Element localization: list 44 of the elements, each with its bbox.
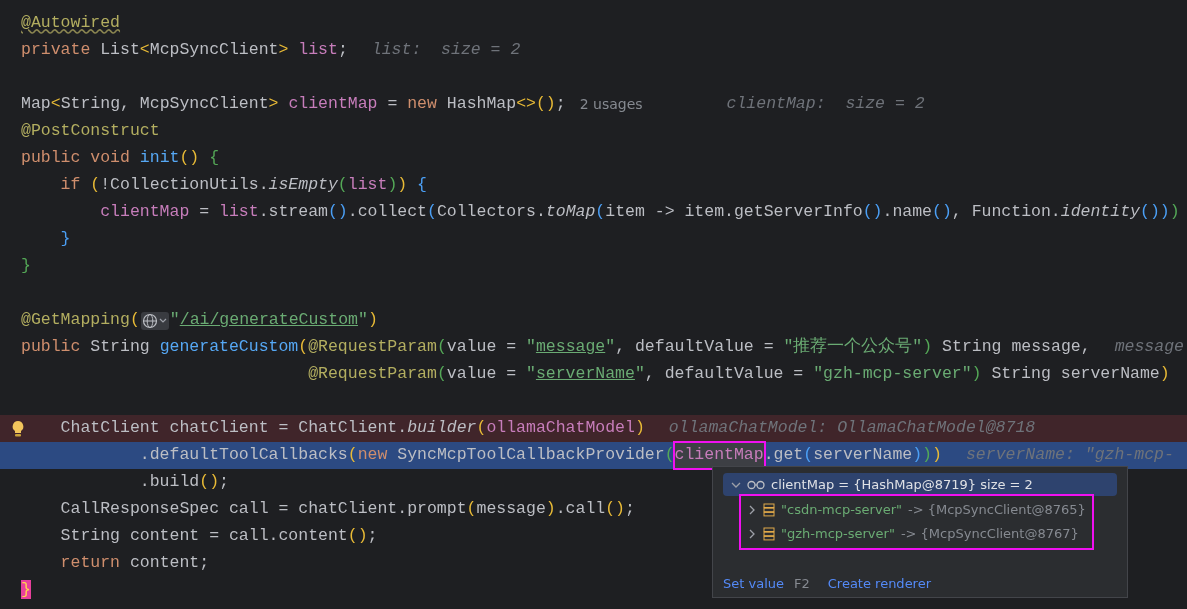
highlighted-code: clientMap xyxy=(674,443,764,468)
expand-chevron-icon[interactable] xyxy=(747,505,757,515)
code-text: @RequestParam(value = "serverName", defaultValue = "gzh-mcp-server") String serverName) xyxy=(307,363,1170,386)
glasses-icon xyxy=(747,479,765,490)
code-text: return content; xyxy=(59,552,210,575)
code-text: private List<McpSyncClient> list; xyxy=(21,39,348,62)
lightbulb-icon[interactable] xyxy=(10,420,26,438)
shortcut-hint: F2 xyxy=(794,574,810,593)
variable-text: clientMap = {HashMap@8719} size = 2 xyxy=(771,475,1033,494)
stack-icon xyxy=(763,503,775,517)
code-text: clientMap = list.stream().collect(Collectors.toMap(item -> item.getServerInfo().name(), Function.identity())) xyxy=(99,201,1180,224)
code-text: Map<String, McpSyncClient> clientMap = new HashMap<>(); xyxy=(21,93,566,116)
entry-key: "gzh-mcp-server" xyxy=(781,524,895,544)
code-text: } xyxy=(59,228,71,251)
code-text: if (!CollectionUtils.isEmpty(list)) { xyxy=(59,174,427,197)
code-text: public String generateCustom(@RequestParam(value = "message", defaultValue = "推荐一个公众号") String message, xyxy=(21,336,1091,359)
code-text: CallResponseSpec call = chatClient.prompt(message).call(); xyxy=(59,498,635,521)
popup-link[interactable]: Create renderer xyxy=(827,573,932,593)
entry-key: "csdn-mcp-server" xyxy=(781,500,902,520)
code-text: @Autowired xyxy=(21,12,121,35)
stack-icon xyxy=(763,527,775,541)
expand-chevron-icon[interactable] xyxy=(747,529,757,539)
code-text: String content = call.content(); xyxy=(59,525,378,548)
tree-row[interactable]: clientMap = {HashMap@8719} size = 2 xyxy=(723,473,1117,496)
inline-value-hint: list: size = 2 xyxy=(371,39,521,62)
entry-value: -> {McpSyncClient@8767} xyxy=(900,525,1079,544)
globe-icon[interactable] xyxy=(140,311,169,330)
code-text: ChatClient chatClient = ChatClient.builder(ollamaChatModel) xyxy=(59,417,645,440)
code-text: } xyxy=(21,579,31,602)
code-text: "/ai/generateCustom") xyxy=(169,309,378,332)
code-text: public void init() { xyxy=(21,147,220,170)
usages-hint[interactable]: 2 usages xyxy=(579,94,643,115)
code-text: .defaultToolCallbacks(new SyncMcpToolCallbackProvider( xyxy=(138,444,675,467)
entry-value: -> {McpSyncClient@8765} xyxy=(907,501,1086,520)
code-text: .get(serverName))) xyxy=(763,444,942,467)
code-text: } xyxy=(21,255,31,278)
inline-value-hint: ollamaChatModel: OllamaChatModel@8718 xyxy=(668,417,1036,440)
code-text: .build(); xyxy=(138,471,229,494)
code-text: @PostConstruct xyxy=(21,120,160,143)
popup-link[interactable]: Set value xyxy=(723,573,784,593)
inline-value-hint: serverName: "gzh-mcp- xyxy=(965,444,1174,467)
inline-value-hint: message xyxy=(1114,336,1184,359)
code-text: @GetMapping( xyxy=(21,309,140,332)
inline-value-hint: clientMap: size = 2 xyxy=(726,93,925,116)
